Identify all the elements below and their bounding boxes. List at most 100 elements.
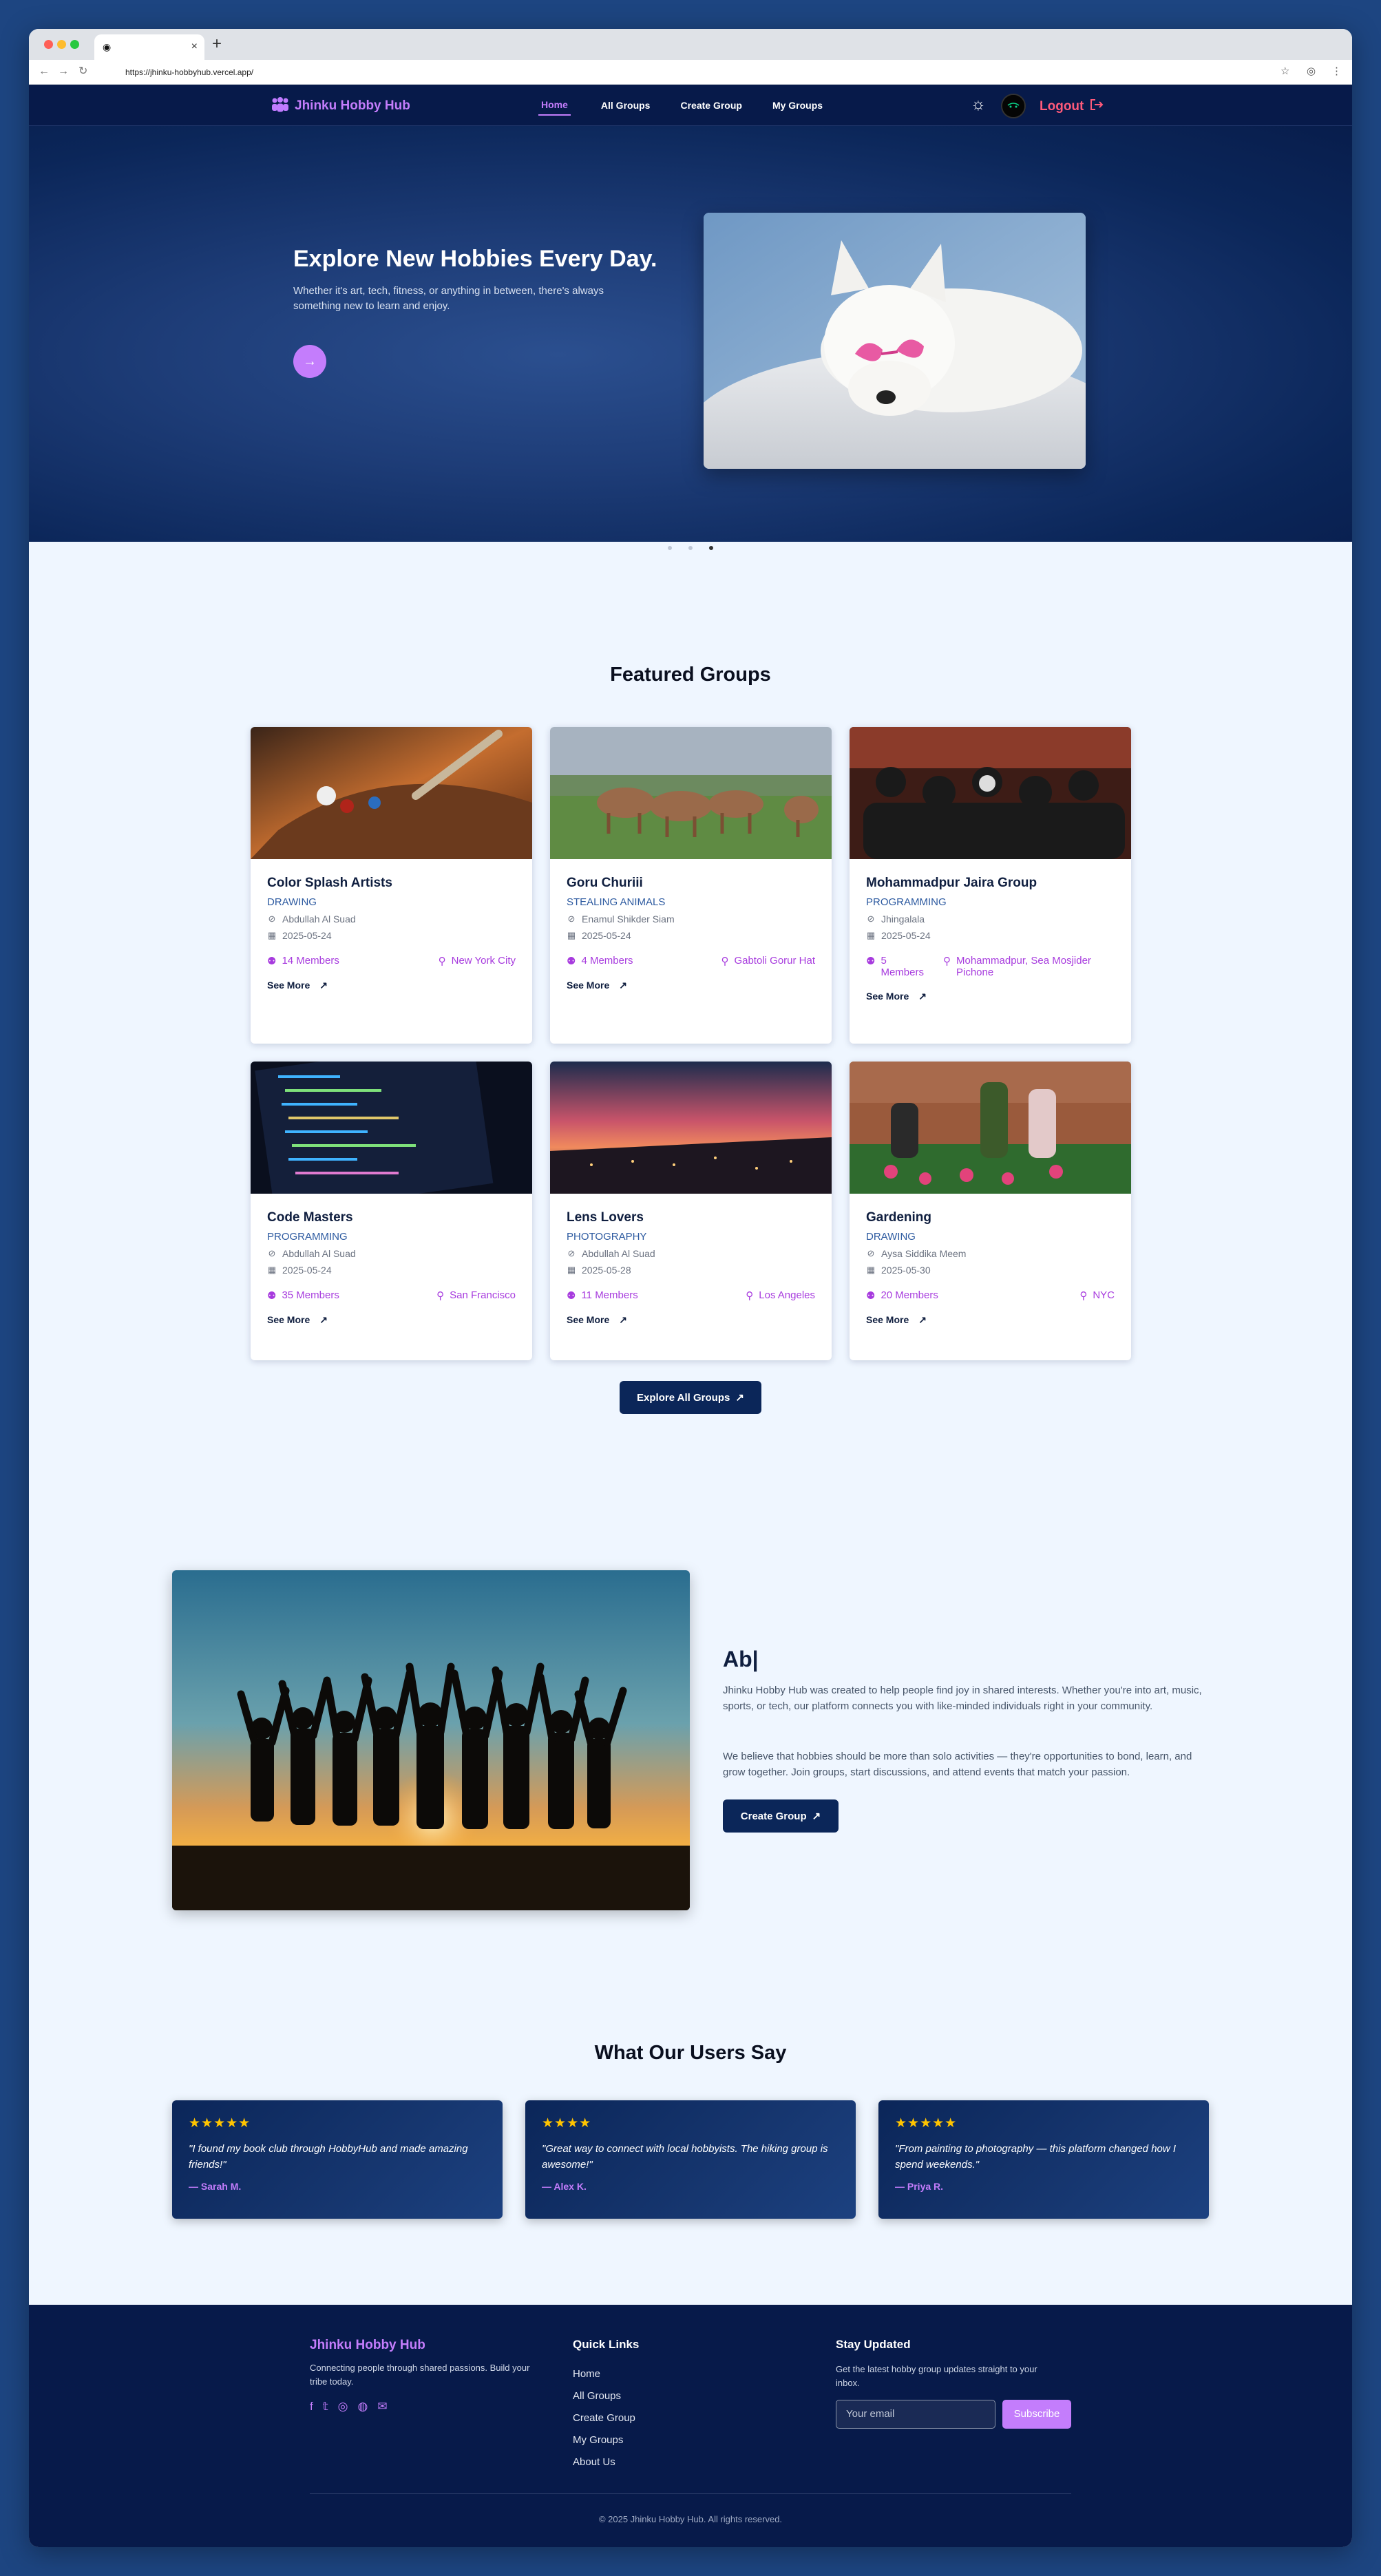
about-create-group-button[interactable]: Create Group ↗ <box>723 1799 839 1833</box>
see-more-label[interactable]: See More <box>267 1314 310 1326</box>
hero-next-button[interactable]: → <box>293 345 326 378</box>
group-category: STEALING ANIMALS <box>567 896 666 908</box>
group-image <box>850 1062 1131 1194</box>
url-text[interactable]: https://jhinku-hobbyhub.vercel.app/ <box>125 66 253 78</box>
group-name: Code Masters <box>267 1210 353 1225</box>
brand-name[interactable]: Jhinku Hobby Hub <box>295 98 410 114</box>
testimonial-quote: "From painting to photography — this pla… <box>895 2143 1177 2171</box>
bookmark-star-icon[interactable]: ☆ <box>1280 65 1289 78</box>
user-check-icon: ⊘ <box>268 1248 276 1258</box>
browser-tabbar: ◉ × + <box>29 29 1352 60</box>
create-group-label[interactable]: Create Group <box>741 1810 807 1822</box>
subscribe-button[interactable]: Subscribe <box>1002 2400 1071 2429</box>
calendar-icon: ▦ <box>567 930 576 940</box>
tab-close-icon[interactable]: × <box>191 41 198 53</box>
back-icon[interactable]: ← <box>39 65 50 78</box>
arrow-up-right-icon: ↗ <box>619 1314 627 1325</box>
group-card: Goru Churiii STEALING ANIMALS ⊘ Enamul Sh… <box>550 727 832 1044</box>
see-more-label[interactable]: See More <box>866 1314 909 1326</box>
see-more-link[interactable]: See More ↗ <box>567 1314 815 1326</box>
nav-home[interactable]: Home <box>538 95 571 116</box>
logout-icon[interactable] <box>1089 98 1104 116</box>
see-more-label[interactable]: See More <box>567 980 609 991</box>
testimonial-author: — Sarah M. <box>189 2181 242 2192</box>
see-more-label[interactable]: See More <box>267 980 310 991</box>
group-date: 2025-05-28 <box>582 1265 631 1276</box>
footer-link-home[interactable]: Home <box>573 2368 635 2380</box>
explore-all-groups-button[interactable]: Explore All Groups ↗ <box>620 1381 761 1414</box>
see-more-link[interactable]: See More ↗ <box>267 1314 516 1326</box>
group-date: 2025-05-30 <box>881 1265 931 1276</box>
group-location: Mohammadpur, Sea Mosjider Pichone <box>956 955 1091 978</box>
profile-icon[interactable]: ◎ <box>1307 65 1316 78</box>
carousel-dot-2[interactable] <box>688 546 693 550</box>
close-window-button[interactable] <box>44 40 53 49</box>
group-image <box>251 1062 532 1194</box>
group-location: New York City <box>451 955 516 967</box>
group-name: Gardening <box>866 1210 932 1225</box>
minimize-window-button[interactable] <box>57 40 66 49</box>
members-icon: ⚉ <box>267 956 277 967</box>
see-more-link[interactable]: See More ↗ <box>866 1314 1115 1326</box>
mail-icon[interactable]: ✉ <box>377 2400 387 2414</box>
footer-link-about-us[interactable]: About Us <box>573 2456 635 2468</box>
twitter-icon[interactable]: 𝕥 <box>323 2400 328 2414</box>
footer-divider <box>310 2493 1071 2494</box>
github-favicon-icon: ◉ <box>103 41 112 52</box>
browser-tab[interactable]: ◉ × <box>94 34 204 60</box>
group-location: Gabtoli Gorur Hat <box>734 955 815 967</box>
url-field[interactable] <box>109 63 1307 81</box>
group-category: PHOTOGRAPHY <box>567 1231 647 1243</box>
see-more-label[interactable]: See More <box>866 991 909 1002</box>
group-card: Lens Lovers PHOTOGRAPHY ⊘ Abdullah Al Sua… <box>550 1062 832 1360</box>
footer-link-all-groups[interactable]: All Groups <box>573 2390 635 2402</box>
about-title: Ab| <box>723 1647 759 1671</box>
user-avatar[interactable] <box>1001 94 1026 118</box>
github-icon[interactable]: ◍ <box>358 2400 368 2414</box>
logout-label[interactable]: Logout <box>1040 99 1084 114</box>
instagram-icon[interactable]: ◎ <box>338 2400 348 2414</box>
group-members: 35 Members <box>282 1289 339 1301</box>
footer-link-create-group[interactable]: Create Group <box>573 2412 635 2424</box>
hero-title: Explore New Hobbies Every Day. <box>293 246 657 272</box>
maximize-window-button[interactable] <box>70 40 79 49</box>
members-icon: ⚉ <box>267 1290 277 1302</box>
group-category: PROGRAMMING <box>866 896 947 908</box>
nav-all-groups[interactable]: All Groups <box>601 96 651 115</box>
hero-dog-image <box>704 213 1086 469</box>
group-category: PROGRAMMING <box>267 1231 348 1243</box>
facebook-icon[interactable]: f <box>310 2400 313 2414</box>
group-card: Code Masters PROGRAMMING ⊘ Abdullah Al Su… <box>251 1062 532 1360</box>
logout-button[interactable]: Logout <box>1040 98 1104 116</box>
nav-create-group[interactable]: Create Group <box>680 96 741 115</box>
footer-description: Connecting people through shared passion… <box>310 2363 530 2387</box>
email-input[interactable]: Your email <box>836 2400 995 2429</box>
newsletter-description: Get the latest hobby group updates strai… <box>836 2364 1037 2388</box>
menu-dots-icon[interactable]: ⋮ <box>1331 65 1342 78</box>
nav-my-groups[interactable]: My Groups <box>772 96 823 115</box>
arrow-up-right-icon: ↗ <box>735 1392 744 1404</box>
pin-icon: ⚲ <box>438 956 446 967</box>
social-links: f 𝕥 ◎ ◍ ✉ <box>310 2400 388 2414</box>
about-sunset-image <box>172 1570 690 1910</box>
testimonial-quote: "I found my book club through HobbyHub a… <box>189 2143 468 2171</box>
see-more-label[interactable]: See More <box>567 1314 609 1326</box>
footer-brand: Jhinku Hobby Hub <box>310 2338 425 2352</box>
group-name: Color Splash Artists <box>267 876 392 890</box>
see-more-link[interactable]: See More ↗ <box>567 980 815 991</box>
reload-icon[interactable]: ↻ <box>78 65 87 78</box>
see-more-link[interactable]: See More ↗ <box>267 980 516 991</box>
brand-logo[interactable]: Jhinku Hobby Hub <box>271 97 410 115</box>
carousel-dot-3[interactable] <box>709 546 713 550</box>
see-more-link[interactable]: See More ↗ <box>866 991 1115 1002</box>
footer-link-my-groups[interactable]: My Groups <box>573 2434 635 2446</box>
forward-icon[interactable]: → <box>58 65 69 78</box>
theme-toggle-sun-icon[interactable]: ☼ <box>971 96 986 113</box>
explore-label[interactable]: Explore All Groups <box>637 1392 730 1404</box>
group-image <box>550 1062 832 1194</box>
pin-icon: ⚲ <box>721 956 729 967</box>
carousel-dot-1[interactable] <box>668 546 672 550</box>
new-tab-button[interactable]: + <box>212 36 222 52</box>
group-name: Goru Churiii <box>567 876 643 890</box>
group-owner: Abdullah Al Suad <box>282 914 356 925</box>
